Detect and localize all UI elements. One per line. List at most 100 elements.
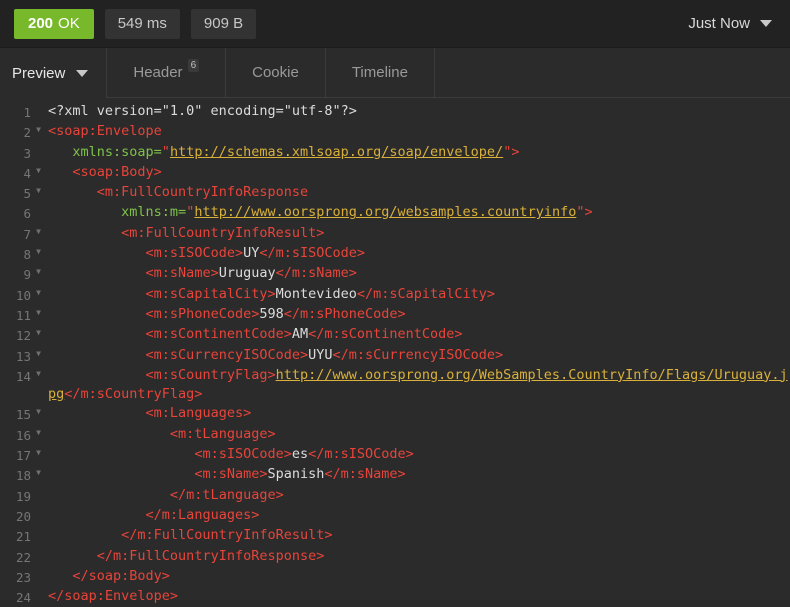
code-line-content: <soap:Envelope [48, 123, 162, 140]
code-line: 16 ▼ <m:tLanguage> [0, 425, 790, 445]
line-number: 4 [23, 165, 31, 181]
fold-toggle-icon[interactable]: ▼ [31, 425, 46, 437]
code-line-content: <m:sISOCode>UY</m:sISOCode> [145, 245, 366, 262]
line-number: 24 [15, 590, 31, 603]
fold-toggle-icon[interactable]: ▼ [31, 305, 46, 317]
fold-toggle-icon[interactable]: ▼ [31, 325, 46, 337]
fold-toggle-icon[interactable]: ▼ [31, 244, 46, 256]
code-line-content: <m:sCountryFlag>http://www.oorsprong.org… [48, 366, 788, 403]
code-line-content: xmlns:m="http://www.oorsprong.org/websam… [121, 204, 593, 221]
line-number: 12 [15, 328, 31, 344]
fold-toggle-icon[interactable]: ▼ [31, 404, 46, 416]
chevron-down-icon [760, 20, 772, 27]
line-number: 9 [23, 267, 31, 283]
code-line: 7 ▼ <m:FullCountryInfoResult> [0, 224, 790, 244]
code-line: 21▼ </m:FullCountryInfoResult> [0, 526, 790, 546]
code-line-content: <m:sCurrencyISOCode>UYU</m:sCurrencyISOC… [145, 346, 504, 363]
response-tab-bar: Preview Header 6 Cookie Timeline [0, 48, 790, 98]
line-number: 6 [23, 206, 31, 222]
code-line: 19▼ </m:tLanguage> [0, 486, 790, 506]
line-number: 8 [23, 247, 31, 263]
line-number: 7 [23, 226, 31, 242]
line-number: 20 [15, 508, 31, 524]
code-line-content: <m:Languages> [145, 405, 252, 422]
code-line-content: <m:sName>Spanish</m:sName> [194, 466, 406, 483]
code-line-content: <m:sPhoneCode>598</m:sPhoneCode> [145, 305, 406, 322]
line-number: 11 [15, 307, 31, 323]
code-line-content: </m:tLanguage> [169, 486, 284, 503]
code-line-content: <m:tLanguage> [169, 425, 276, 442]
response-body-code-viewer[interactable]: 1▼<?xml version="1.0" encoding="utf-8"?>… [0, 98, 790, 603]
code-line-content: xmlns:soap="http://schemas.xmlsoap.org/s… [72, 143, 520, 160]
code-line-content: </m:FullCountryInfoResponse> [96, 547, 325, 564]
tab-header[interactable]: Header 6 [107, 48, 227, 98]
line-number: 10 [15, 287, 31, 303]
code-line-content: <soap:Body> [72, 163, 162, 180]
tab-timeline-label: Timeline [351, 64, 408, 81]
line-number: 17 [15, 448, 31, 464]
code-line: 12 ▼ <m:sContinentCode>AM</m:sContinentCo… [0, 325, 790, 345]
timestamp-dropdown[interactable]: Just Now [688, 15, 776, 32]
fold-toggle-icon[interactable]: ▼ [31, 183, 46, 195]
line-number: 16 [15, 427, 31, 443]
preview-label: Preview [12, 64, 66, 82]
line-number: 2 [23, 125, 31, 141]
code-line: 1▼<?xml version="1.0" encoding="utf-8"?> [0, 102, 790, 122]
line-number: 22 [15, 549, 31, 565]
code-line: 10 ▼ <m:sCapitalCity>Montevideo</m:sCapit… [0, 285, 790, 305]
code-line: 15 ▼ <m:Languages> [0, 404, 790, 424]
code-line-content: </soap:Body> [72, 567, 170, 584]
code-line-content: <?xml version="1.0" encoding="utf-8"?> [48, 103, 357, 119]
fold-toggle-icon[interactable]: ▼ [31, 264, 46, 276]
tab-header-label: Header [133, 64, 183, 81]
line-number: 13 [15, 348, 31, 364]
code-line: 5 ▼ <m:FullCountryInfoResponse [0, 183, 790, 203]
line-number: 3 [23, 145, 31, 161]
status-code: 200 [28, 15, 54, 32]
fold-toggle-icon[interactable]: ▼ [31, 224, 46, 236]
timestamp-label: Just Now [688, 15, 750, 32]
code-line: 3▼ xmlns:soap="http://schemas.xmlsoap.or… [0, 143, 790, 163]
code-line-content: <m:sContinentCode>AM</m:sContinentCode> [145, 326, 463, 343]
tab-header-count-badge: 6 [187, 59, 200, 72]
response-status-bar: 200 OK 549 ms 909 B Just Now [0, 0, 790, 48]
code-line-content: <m:sName>Uruguay</m:sName> [145, 265, 357, 282]
tab-timeline[interactable]: Timeline [325, 48, 435, 98]
response-time-badge: 549 ms [104, 8, 180, 39]
code-line: 6▼ xmlns:m="http://www.oorsprong.org/web… [0, 203, 790, 223]
chevron-down-icon [76, 69, 89, 77]
line-number: 21 [15, 529, 31, 545]
line-number: 14 [15, 368, 31, 384]
line-number: 5 [23, 186, 31, 202]
fold-toggle-icon[interactable]: ▼ [31, 163, 46, 175]
preview-dropdown[interactable]: Preview [0, 48, 108, 98]
code-line: 22▼ </m:FullCountryInfoResponse> [0, 547, 790, 567]
line-number: 18 [15, 468, 31, 484]
code-line: 20▼ </m:Languages> [0, 506, 790, 526]
code-line-content: <m:FullCountryInfoResult> [121, 224, 325, 241]
fold-toggle-icon[interactable]: ▼ [31, 122, 46, 134]
fold-toggle-icon[interactable]: ▼ [31, 465, 46, 477]
code-line: 2 ▼ <soap:Envelope [0, 122, 790, 142]
tab-cookie-label: Cookie [252, 64, 299, 81]
code-line: 23▼ </soap:Body> [0, 567, 790, 587]
tab-cookie[interactable]: Cookie [226, 48, 326, 98]
code-line: 14 ▼ <m:sCountryFlag>http://www.oorsprong… [0, 366, 790, 405]
fold-toggle-icon[interactable]: ▼ [31, 346, 46, 358]
code-line-content: </m:FullCountryInfoResult> [121, 527, 333, 544]
code-line-content: </m:Languages> [145, 506, 260, 523]
code-line: 9 ▼ <m:sName>Uruguay</m:sName> [0, 264, 790, 284]
code-line-content: <m:FullCountryInfoResponse [48, 184, 309, 201]
line-number: 1 [23, 105, 31, 120]
fold-toggle-icon[interactable]: ▼ [31, 366, 46, 378]
fold-toggle-icon[interactable]: ▼ [31, 445, 46, 457]
status-text: OK [58, 15, 80, 32]
code-line: 4 ▼ <soap:Body> [0, 163, 790, 183]
line-number: 19 [15, 488, 31, 504]
tab-bar-filler [434, 48, 790, 98]
code-line-content: <m:sCapitalCity>Montevideo</m:sCapitalCi… [145, 285, 496, 302]
fold-toggle-icon[interactable]: ▼ [31, 285, 46, 297]
code-line: 24▼</soap:Envelope> [0, 587, 790, 603]
line-number: 23 [15, 569, 31, 585]
response-size-badge: 909 B [190, 8, 257, 39]
